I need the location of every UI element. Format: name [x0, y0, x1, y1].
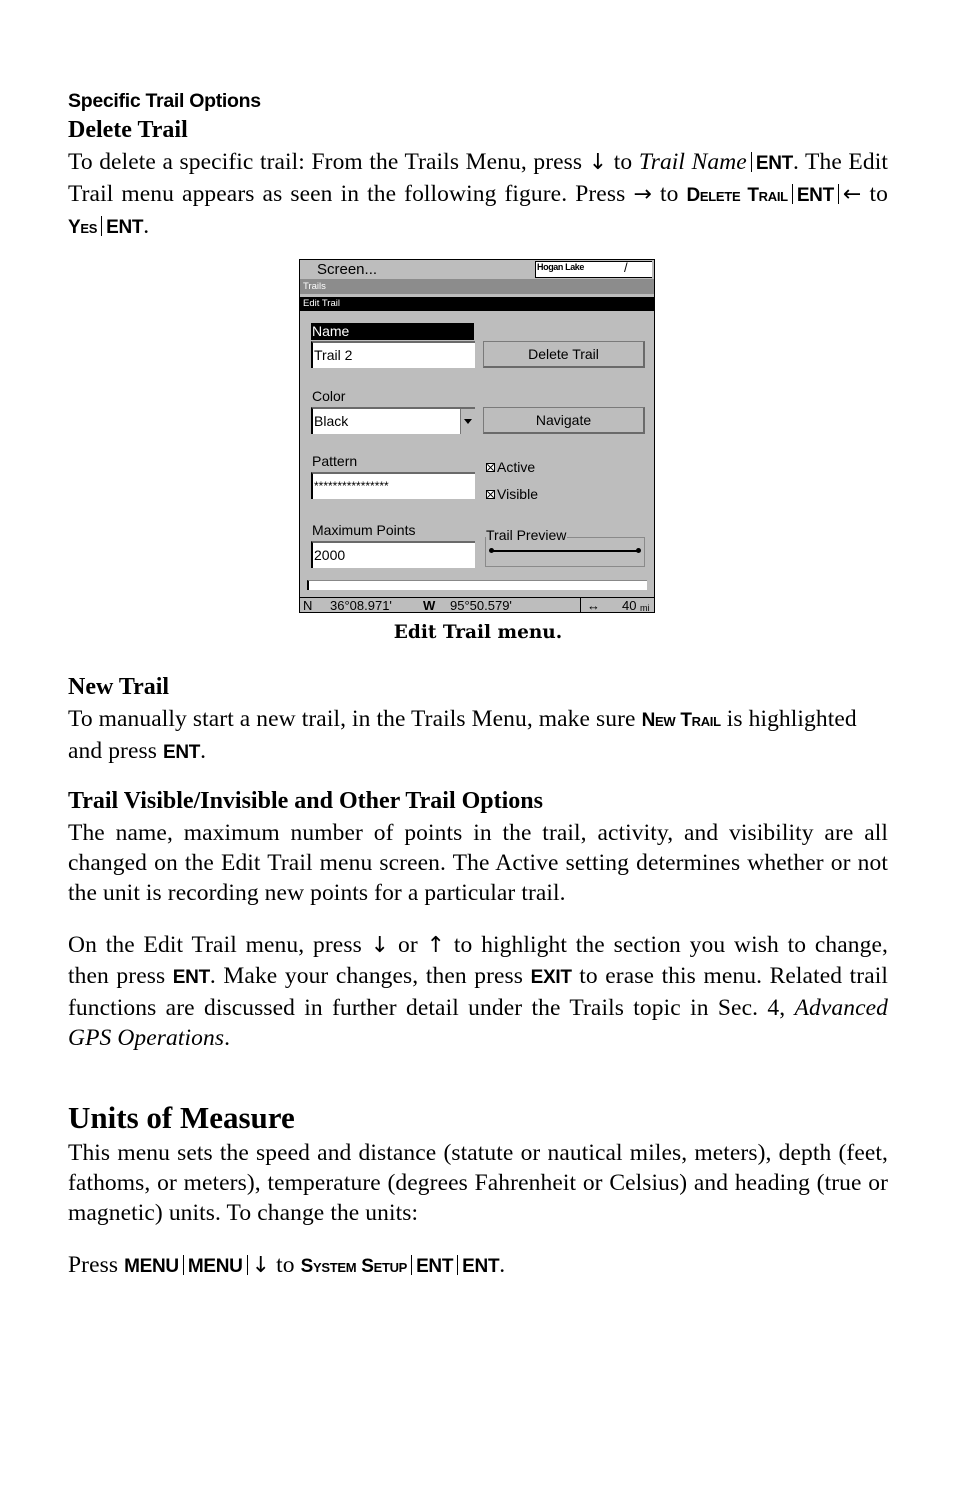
key-ent: ENT: [755, 153, 793, 174]
units-paragraph-1: This menu sets the speed and distance (s…: [68, 1140, 888, 1226]
arrow-down-icon: ↓: [251, 1253, 271, 1278]
position-status-bar: N 36°08.971' W 95°50.579' ↔ 40 mi: [300, 597, 654, 613]
delete-trail-button[interactable]: Delete Trail: [483, 341, 645, 368]
visible-checkbox[interactable]: Visible: [486, 486, 538, 502]
key-separator: [837, 184, 839, 204]
screen-menu[interactable]: Screen...: [317, 261, 377, 278]
horizontal-scrollbar[interactable]: [307, 580, 647, 590]
key-delete-trail: Delete Trail: [686, 185, 789, 206]
screen-menu-bar: Screen... Hogan Lake /: [300, 260, 654, 279]
text: .: [200, 738, 207, 764]
visible-options-section: Trail Visible/Invisible and Other Trail …: [68, 786, 888, 1053]
arrow-down-icon: ↓: [588, 150, 608, 175]
visible-options-heading: Trail Visible/Invisible and Other Trail …: [68, 788, 543, 814]
key-system-setup: System Setup: [300, 1256, 408, 1277]
pattern-label: Pattern: [312, 453, 358, 469]
key-ent: ENT: [106, 217, 144, 238]
new-trail-heading: New Trail: [68, 674, 170, 700]
text: On the Edit Trail menu, press: [68, 932, 371, 958]
longitude-hemisphere: W: [423, 598, 436, 613]
name-label: Name: [311, 323, 474, 340]
text: .: [143, 213, 150, 239]
color-select[interactable]: Black: [311, 407, 475, 434]
key-menu: MENU: [124, 1256, 179, 1277]
max-points-field[interactable]: 2000: [311, 541, 475, 568]
units-paragraph-2: Press MENU MENU ↓ to System Setup ENT ENT.: [68, 1250, 888, 1282]
new-trail-section: New Trail To manually start a new trail,…: [68, 672, 888, 768]
figure-caption: Edit Trail menu.: [393, 622, 563, 643]
delete-trail-section: Delete Trail To delete a specific trail:…: [68, 115, 888, 243]
arrow-down-icon: ↓: [370, 933, 390, 958]
active-label: Active: [497, 459, 536, 475]
trails-title-bar: Trails: [300, 279, 654, 294]
trail-point-icon: [489, 548, 494, 553]
key-separator: [457, 1255, 459, 1275]
key-menu: MENU: [187, 1256, 243, 1277]
text: .: [499, 1252, 506, 1278]
edit-trail-title-bar: Edit Trail: [300, 297, 654, 311]
status-divider: [580, 598, 581, 612]
key-exit: EXIT: [530, 967, 572, 988]
key-ent: ENT: [172, 967, 210, 988]
key-separator: [101, 216, 103, 236]
text: to: [861, 181, 888, 207]
key-ent: ENT: [416, 1256, 454, 1277]
max-points-label: Maximum Points: [312, 522, 416, 538]
text: Press: [68, 1252, 125, 1278]
text: to: [607, 149, 639, 175]
key-separator: [750, 152, 752, 172]
range-arrows-icon: ↔: [587, 598, 600, 613]
map-thumbnail: Hogan Lake /: [535, 260, 652, 278]
text: . Make your changes, then press: [209, 963, 531, 989]
range-value: 40: [622, 598, 637, 613]
key-separator: [246, 1255, 248, 1275]
latitude-hemisphere: N: [303, 598, 313, 613]
key-new-trail: New Trail: [641, 710, 721, 731]
trail-preview-label: Trail Preview: [486, 527, 568, 543]
units-heading: Units of Measure: [68, 1100, 295, 1135]
key-separator: [791, 184, 793, 204]
arrow-left-icon: ←: [842, 182, 862, 207]
checkbox-checked-icon: [486, 490, 495, 499]
arrow-up-icon: ↑: [426, 933, 446, 958]
units-section: Units of Measure This menu sets the spee…: [68, 1100, 888, 1282]
trail-name-ref: Trail Name: [638, 149, 747, 175]
key-ent: ENT: [162, 742, 201, 763]
section-kicker: Specific Trail Options: [68, 90, 261, 112]
key-separator: [411, 1255, 413, 1275]
active-checkbox[interactable]: Active: [486, 459, 535, 475]
text: To delete a specific trail: From the Tra…: [68, 149, 589, 175]
delete-trail-heading: Delete Trail: [68, 117, 188, 143]
new-trail-paragraph: To manually start a new trail, in the Tr…: [68, 704, 888, 768]
longitude-value: 95°50.579': [450, 598, 512, 613]
position-arrow-icon: /: [624, 260, 628, 275]
chevron-down-icon[interactable]: [460, 409, 475, 434]
arrow-right-icon: →: [633, 182, 652, 207]
visible-label: Visible: [497, 486, 538, 502]
text: .: [224, 1025, 231, 1051]
key-ent: ENT: [796, 185, 834, 206]
name-field[interactable]: Trail 2: [311, 341, 475, 368]
range-unit: mi: [640, 603, 650, 613]
latitude-value: 36°08.971': [330, 598, 392, 613]
color-select-value: Black: [314, 413, 349, 429]
checkbox-checked-icon: [486, 463, 495, 472]
navigate-button[interactable]: Navigate: [483, 407, 645, 434]
key-separator: [182, 1255, 184, 1275]
trail-point-icon: [636, 548, 641, 553]
color-label: Color: [312, 388, 346, 404]
text: To manually start a new trail, in the Tr…: [68, 706, 642, 732]
key-yes: Yes: [68, 217, 98, 238]
text: to: [651, 181, 687, 207]
trail-preview-line: [491, 550, 639, 552]
text: to: [270, 1252, 301, 1278]
key-ent: ENT: [462, 1256, 500, 1277]
text: or: [389, 932, 427, 958]
map-location-label: Hogan Lake: [537, 262, 585, 272]
visible-options-paragraph-2: On the Edit Trail menu, press ↓ or ↑ to …: [68, 930, 888, 1053]
pattern-field[interactable]: ****************: [311, 472, 475, 499]
visible-options-paragraph-1: The name, maximum number of points in th…: [68, 820, 888, 906]
delete-trail-paragraph: To delete a specific trail: From the Tra…: [68, 147, 888, 243]
edit-trail-screen: Screen... Hogan Lake / Trails Edit Trail…: [299, 259, 655, 613]
